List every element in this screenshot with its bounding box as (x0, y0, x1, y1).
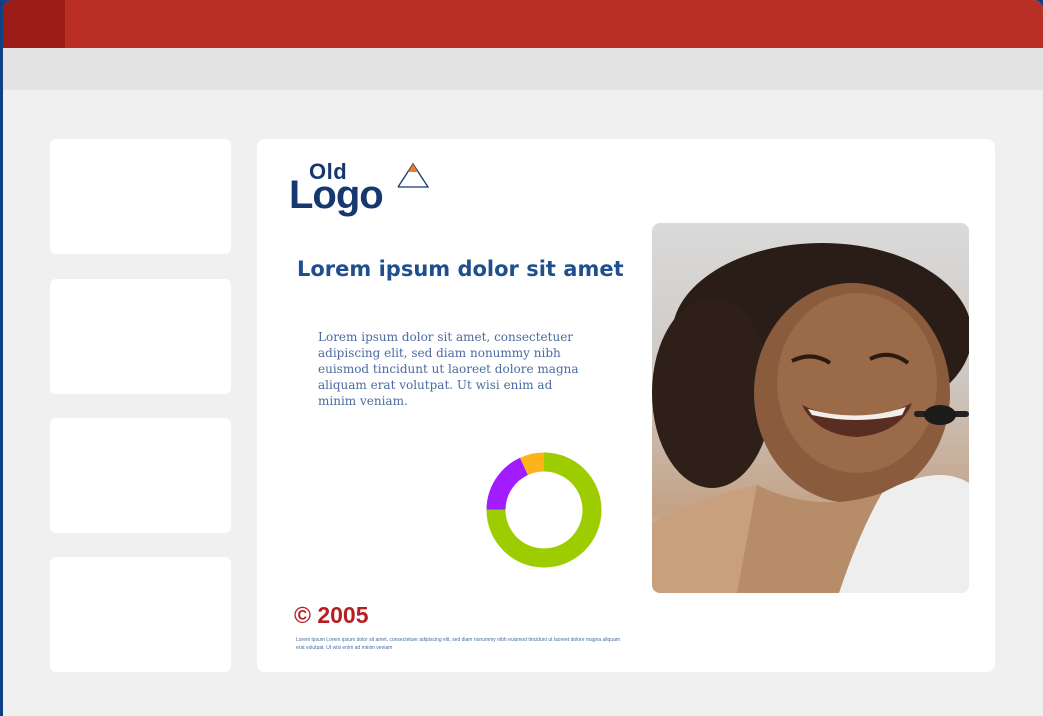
slide-thumbnail-4[interactable] (50, 557, 231, 672)
title-bar (3, 0, 1043, 48)
mountain-icon (397, 162, 429, 188)
slide-thumbnail-2[interactable] (50, 279, 231, 394)
toolbar (3, 48, 1043, 90)
slide-canvas[interactable]: Old Logo Lorem ipsum dolor sit amet Lore… (257, 139, 995, 672)
slide-heading[interactable]: Lorem ipsum dolor sit amet (297, 257, 624, 281)
headset-woman-photo[interactable] (652, 223, 969, 593)
slide-thumbnail-1[interactable] (50, 139, 231, 254)
app-menu-button[interactable] (3, 0, 65, 48)
logo: Old Logo (289, 159, 439, 219)
donut-chart[interactable] (484, 450, 604, 570)
slide-thumbnail-3[interactable] (50, 418, 231, 533)
fine-print-text[interactable]: Lorem ipsum Lorem ipsum dolor sit amet, … (296, 636, 626, 652)
copyright-text[interactable]: © 2005 (294, 602, 369, 629)
logo-large-text: Logo (289, 173, 384, 217)
slide-body-text[interactable]: Lorem ipsum dolor sit amet, consectetuer… (318, 329, 580, 409)
app-window: Old Logo Lorem ipsum dolor sit amet Lore… (3, 0, 1043, 716)
